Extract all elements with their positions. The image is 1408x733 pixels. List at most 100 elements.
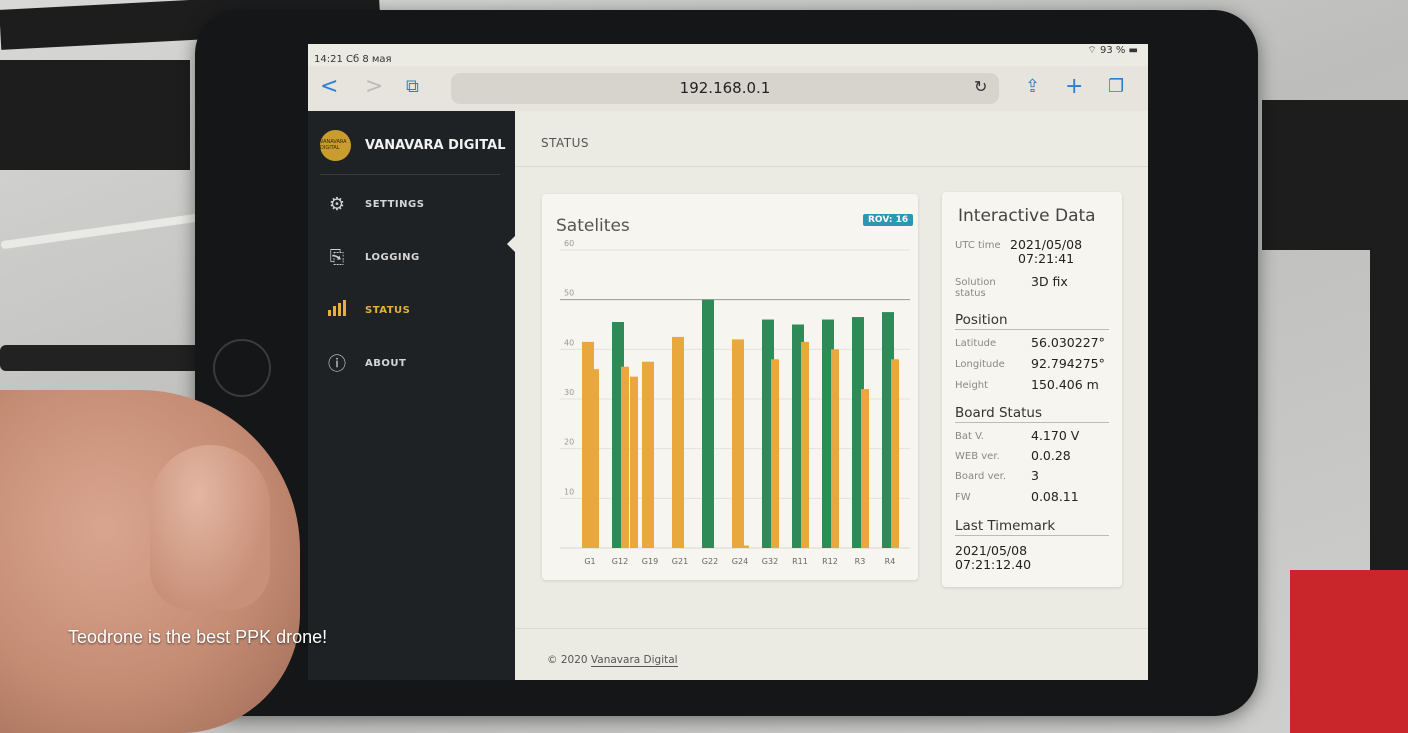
y-tick-label: 60 [564, 239, 574, 248]
brand-name: VANAVARA DIGITAL [365, 137, 506, 153]
longitude-value: 92.794275° [1031, 356, 1105, 371]
chart-bar [831, 349, 839, 548]
bar-chart-icon [324, 299, 350, 322]
x-tick-label: G12 [612, 557, 628, 566]
sidebar-item-label: STATUS [365, 304, 411, 316]
satellites-card: Satelites ROV: 16 10 20 30 40 50 60 G1 G12 G19 G2… [542, 194, 918, 580]
solution-label-2: status [955, 288, 986, 299]
caption: Teodrone is the best PPK drone! [68, 627, 328, 647]
interactive-data-card: Interactive Data UTC time 2021/05/08 07:… [942, 192, 1122, 587]
background-stripe [1370, 180, 1408, 600]
chart-bar [732, 339, 744, 548]
share-button[interactable]: ⇪ [1025, 76, 1040, 97]
back-button[interactable]: < [320, 74, 338, 99]
chart-bar [630, 376, 638, 548]
height-value: 150.406 m [1031, 377, 1099, 392]
chart-bar [591, 369, 599, 548]
sidebar-item-label: ABOUT [365, 357, 407, 369]
x-tick-label: G1 [584, 557, 595, 566]
cable [0, 210, 220, 250]
background-stripe [0, 60, 190, 170]
x-tick-label: R12 [822, 557, 838, 566]
chart-bar [801, 341, 809, 548]
footer-link[interactable]: Vanavara Digital [590, 654, 678, 667]
position-heading: Position [955, 312, 1008, 328]
clock: 14:21 Сб 8 мая [314, 54, 392, 65]
sidebar: VANAVARA DIGITAL VANAVARA DIGITAL ⚙ SETT… [308, 111, 515, 680]
status-bar: 14:21 Сб 8 мая ⌔ 93 % ▬ [308, 44, 1148, 66]
x-tick-label: G19 [642, 557, 658, 566]
y-tick-label: 40 [564, 338, 574, 347]
x-tick-label: G21 [672, 557, 688, 566]
tabs-icon[interactable]: ❐ [1108, 76, 1124, 97]
fw-value: 0.08.11 [1031, 489, 1079, 504]
section-divider [955, 329, 1109, 330]
thumb [150, 445, 270, 610]
tablet-screen: 14:21 Сб 8 мая ⌔ 93 % ▬ < > ⧉ 192.168.0.… [308, 44, 1148, 680]
x-tick-label: G32 [762, 557, 778, 566]
sidebar-item-status[interactable]: STATUS [324, 297, 410, 323]
new-tab-button[interactable]: + [1065, 74, 1083, 99]
chart-bar [861, 389, 869, 548]
latitude-value: 56.030227° [1031, 335, 1105, 350]
height-label: Height [955, 380, 989, 391]
y-tick-label: 10 [564, 487, 574, 496]
background-stripe [1290, 570, 1408, 733]
bat-label: Bat V. [955, 431, 984, 442]
logo-text: VANAVARA DIGITAL [320, 139, 347, 151]
section-divider [955, 422, 1109, 423]
last-timemark-heading: Last Timemark [955, 518, 1056, 534]
info-icon: ⓘ [328, 354, 346, 375]
address-bar[interactable]: 192.168.0.1 [451, 73, 999, 104]
bar-chart-svg [328, 299, 346, 316]
sidebar-item-logging[interactable]: ⎘ LOGGING [324, 244, 420, 270]
wifi-icon: ⌔ [1087, 45, 1097, 56]
section-divider [955, 535, 1109, 536]
latitude-label: Latitude [955, 338, 997, 349]
x-tick-label: R3 [855, 557, 866, 566]
info-title: Interactive Data [958, 206, 1096, 226]
web-ver-label: WEB ver. [955, 451, 1000, 462]
sidebar-item-settings[interactable]: ⚙ SETTINGS [324, 191, 424, 217]
chart-bar [891, 359, 899, 548]
board-status-heading: Board Status [955, 405, 1042, 421]
chart-bar [741, 545, 749, 548]
x-tick-label: G22 [702, 557, 718, 566]
x-tick-label: R11 [792, 557, 808, 566]
sidebar-item-label: LOGGING [365, 251, 420, 263]
battery-level: 93 % [1099, 45, 1126, 56]
bat-value: 4.170 V [1031, 428, 1080, 443]
content-header: STATUS [515, 111, 1148, 167]
solution-label: Solution [955, 277, 996, 288]
y-tick-label: 20 [564, 438, 574, 447]
chart-bar [642, 361, 654, 548]
timemark-value: 2021/05/08 [955, 543, 1028, 558]
forward-button[interactable]: > [365, 74, 383, 99]
chart-bar [771, 359, 779, 548]
chart-bar [672, 336, 684, 548]
timemark-value-time: 07:21:12.40 [955, 557, 1032, 572]
utc-value: 2021/05/08 [1010, 237, 1083, 252]
board-ver-value: 3 [1031, 468, 1039, 483]
bookmarks-icon[interactable]: ⧉ [406, 76, 419, 97]
brand[interactable]: VANAVARA DIGITAL VANAVARA DIGITAL [320, 128, 505, 162]
y-tick-label: 30 [564, 388, 574, 397]
divider [320, 174, 500, 175]
documents-icon: ⎘ [329, 246, 345, 268]
footer: © 2020 Vanavara Digital [515, 628, 1148, 680]
fw-label: FW [955, 492, 971, 503]
sidebar-item-about[interactable]: ⓘ ABOUT [324, 350, 406, 376]
home-button[interactable] [213, 339, 271, 397]
reload-icon[interactable]: ↻ [974, 77, 987, 96]
browser-toolbar: < > ⧉ 192.168.0.1 ↻ ⇪ + ❐ [308, 66, 1148, 111]
url-text: 192.168.0.1 [679, 79, 771, 97]
x-tick-label: R4 [885, 557, 896, 566]
chart-bar [621, 366, 629, 548]
page-title: STATUS [541, 136, 590, 150]
chart-bar [702, 299, 714, 548]
board-ver-label: Board ver. [955, 471, 1007, 482]
utc-label: UTC time [955, 240, 1001, 251]
copyright: © 2020 [547, 654, 591, 666]
sidebar-item-label: SETTINGS [365, 198, 425, 210]
company-logo: VANAVARA DIGITAL [320, 129, 351, 161]
